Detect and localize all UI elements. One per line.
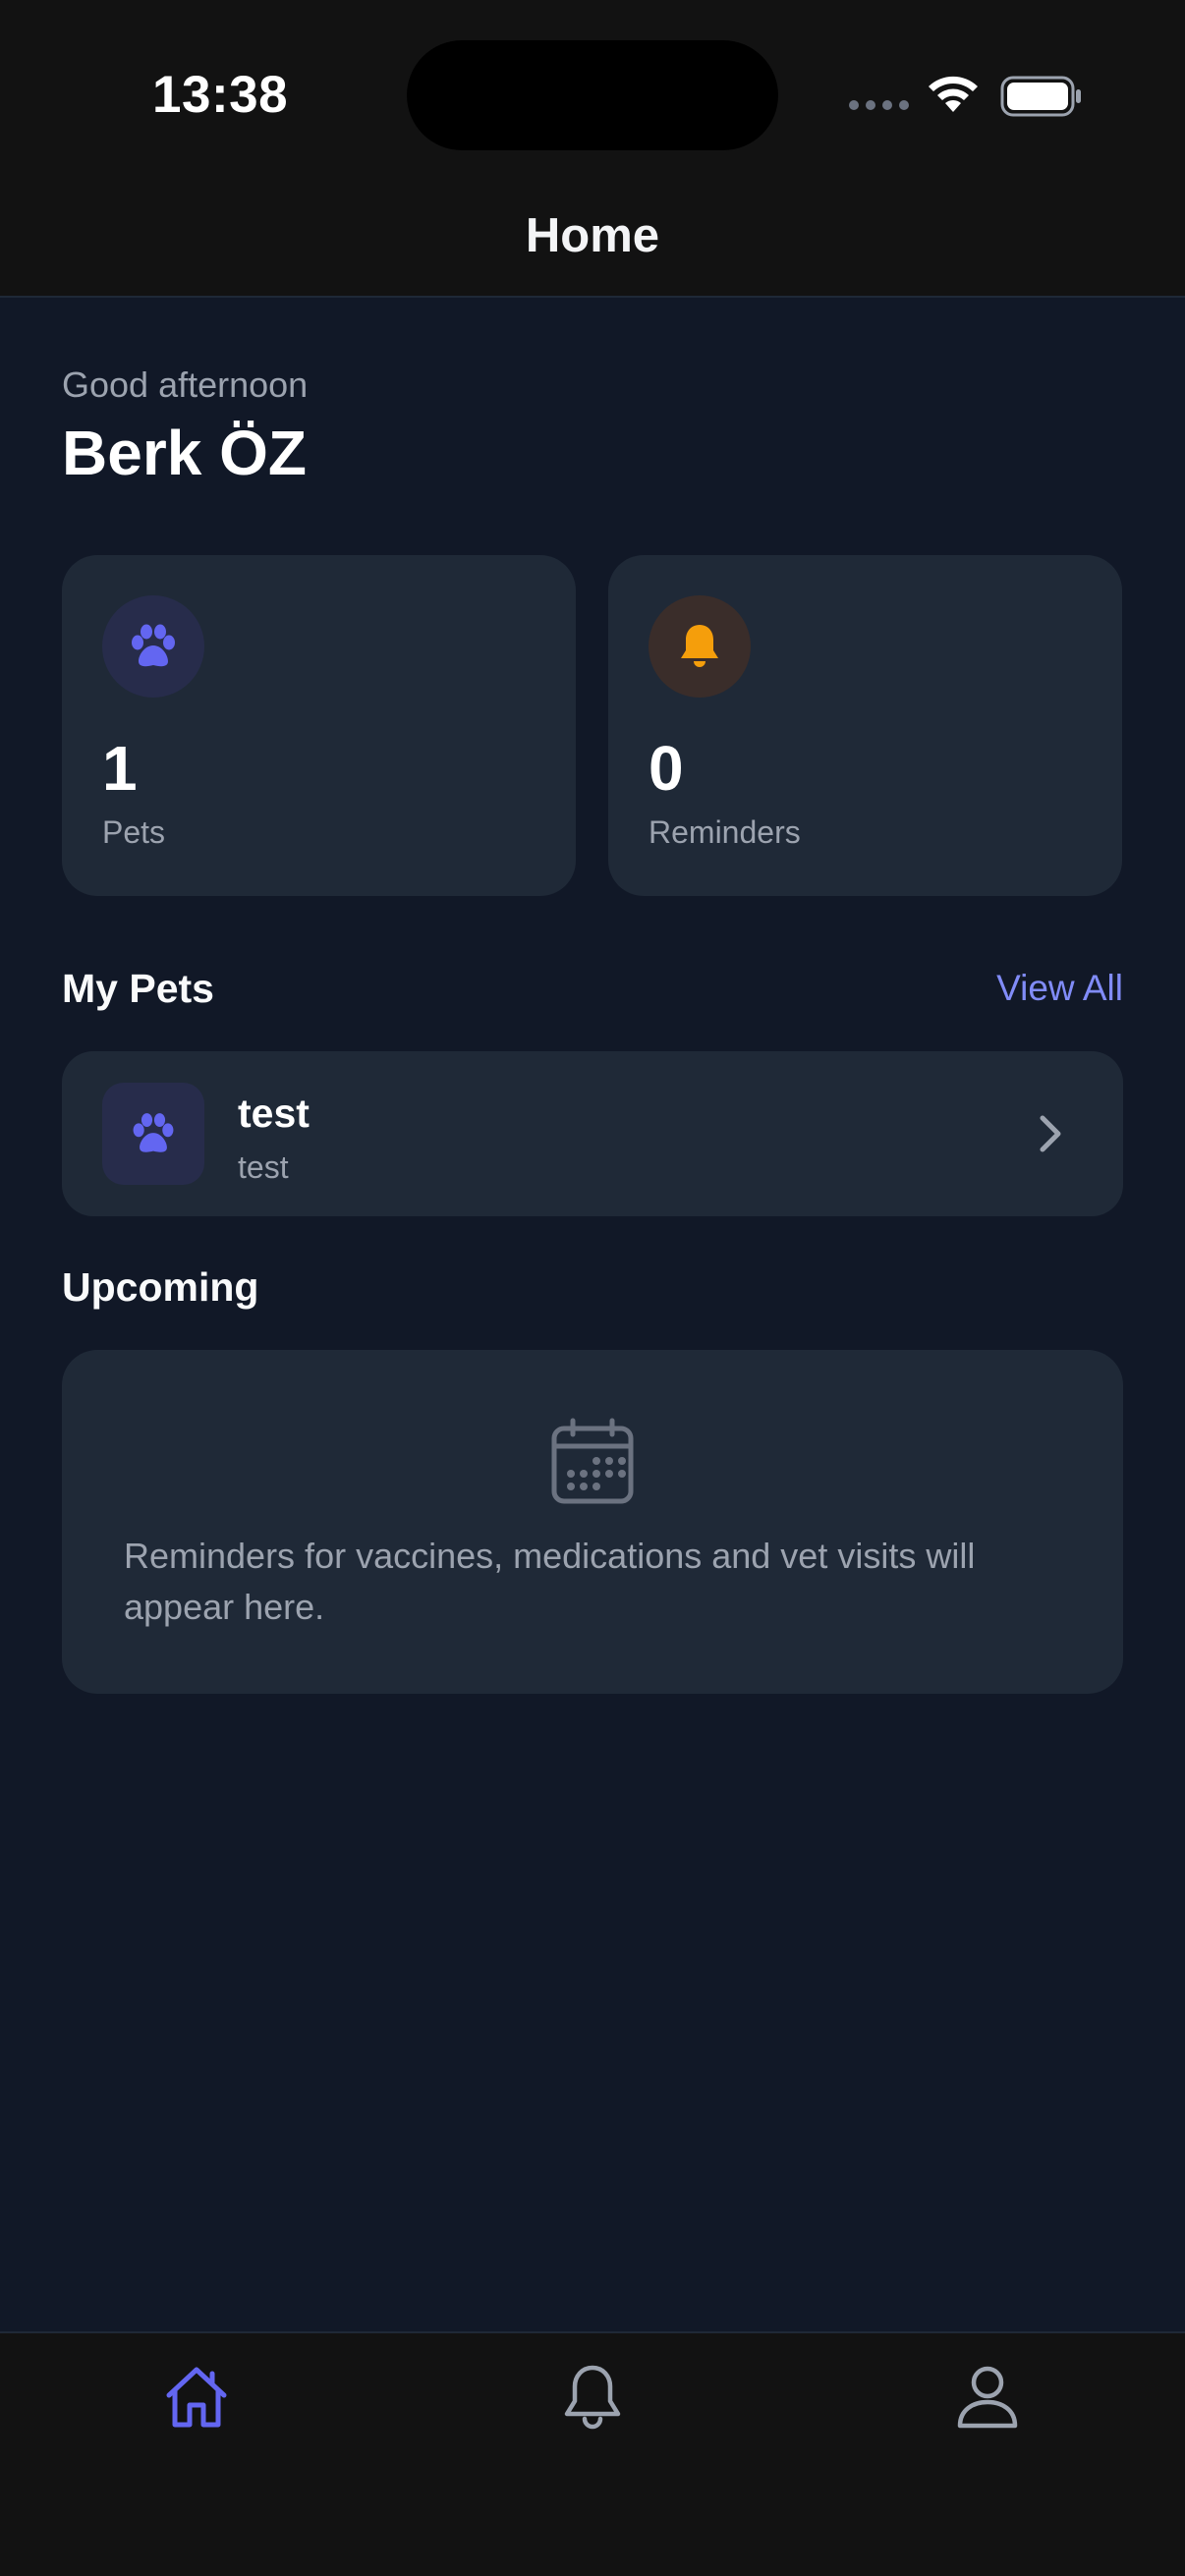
tab-home[interactable] (152, 2353, 241, 2441)
pets-label: Pets (102, 814, 166, 850)
battery-icon (1000, 76, 1081, 117)
user-name: Berk ÖZ (62, 418, 307, 488)
home-icon (166, 2367, 227, 2428)
upcoming-empty-card: Reminders for vaccines, medications and … (62, 1350, 1123, 1694)
bottom-tab-bar (0, 2331, 1185, 2576)
pets-stat-card[interactable]: 1 Pets (62, 555, 576, 896)
view-all-link[interactable]: View All (996, 968, 1123, 1009)
status-time: 13:38 (152, 66, 289, 124)
paw-icon (102, 595, 204, 698)
chevron-right-icon (1040, 1115, 1061, 1152)
upcoming-empty-message: Reminders for vaccines, medications and … (124, 1536, 976, 1627)
pets-count: 1 (102, 733, 138, 804)
wifi-icon (929, 76, 978, 112)
person-icon (957, 2366, 1018, 2429)
my-pets-title: My Pets (62, 966, 214, 1011)
bell-icon (649, 595, 751, 698)
pet-list-item[interactable]: test test (62, 1051, 1123, 1216)
top-bar: 13:38 Home (0, 0, 1185, 298)
pet-name: test (238, 1091, 310, 1136)
bell-icon (564, 2365, 621, 2430)
greeting-subtitle: Good afternoon (62, 364, 309, 405)
tab-profile[interactable] (943, 2353, 1032, 2441)
paw-icon (102, 1083, 204, 1185)
tab-reminders[interactable] (548, 2353, 637, 2441)
upcoming-title: Upcoming (62, 1264, 259, 1310)
page-title: Home (525, 209, 660, 262)
reminders-stat-card[interactable]: 0 Reminders (608, 555, 1122, 896)
reminders-label: Reminders (649, 814, 801, 850)
reminders-count: 0 (649, 733, 684, 804)
cellular-signal-icon (849, 100, 909, 110)
dynamic-island (407, 40, 778, 150)
calendar-icon (551, 1418, 634, 1504)
pet-species: test (238, 1149, 289, 1185)
